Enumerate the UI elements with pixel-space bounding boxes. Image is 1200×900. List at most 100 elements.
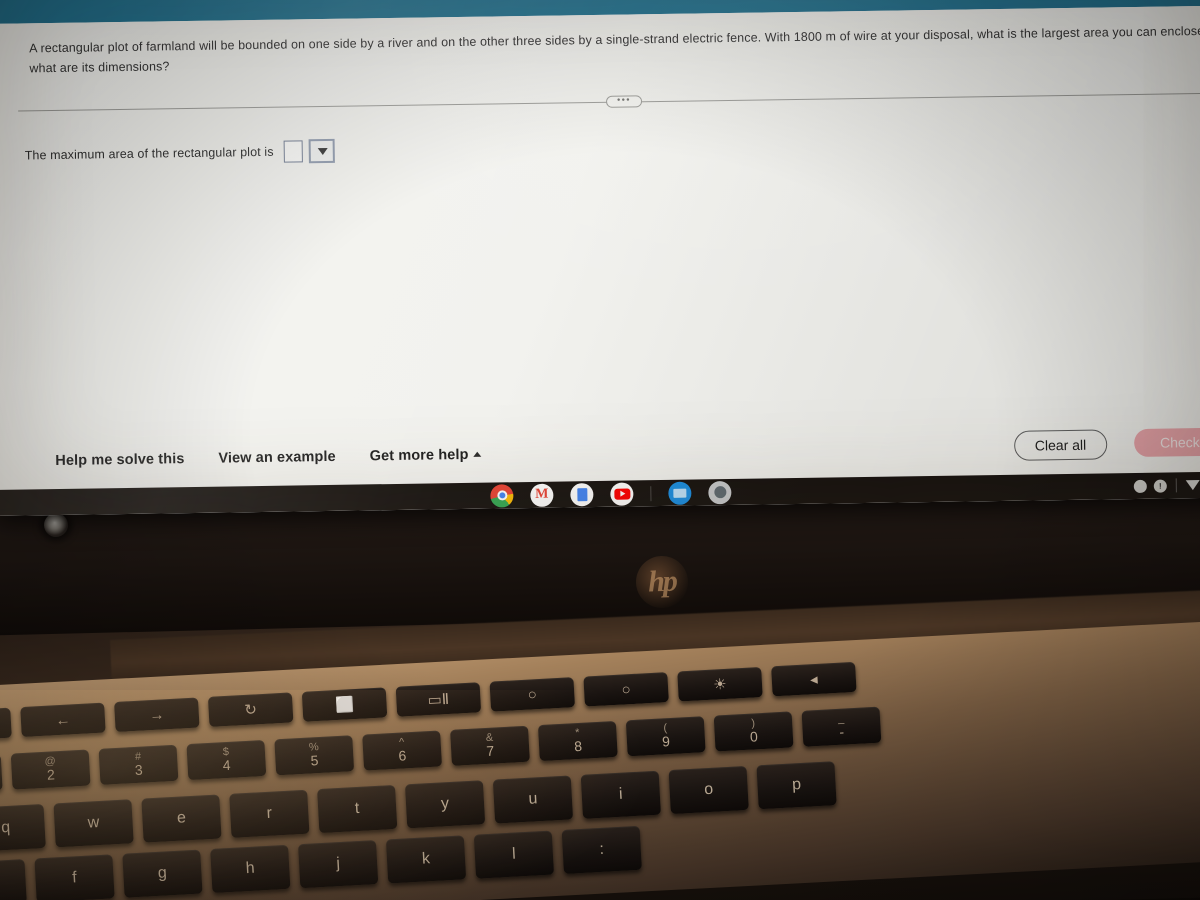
key-1[interactable]: !1 <box>0 754 3 795</box>
key-label: 2 <box>46 766 56 783</box>
key-5[interactable]: % 5 <box>274 735 355 776</box>
key-fn-3[interactable]: ↻ <box>207 692 294 727</box>
key-w[interactable]: w <box>53 799 134 848</box>
view-an-example-button[interactable]: View an example <box>218 449 336 467</box>
key-label: 7 <box>485 742 495 759</box>
system-tray[interactable]: ! <box>1133 472 1200 499</box>
shelf-separator <box>650 485 652 501</box>
clear-all-button[interactable]: Clear all <box>1013 429 1108 461</box>
key-label: 4 <box>222 756 231 774</box>
key-g[interactable]: g <box>0 859 27 900</box>
play-triangle-icon <box>619 490 625 497</box>
key-0[interactable]: ) 0 <box>713 711 794 752</box>
key-:[interactable]: : <box>561 825 642 874</box>
key-label: y <box>440 795 450 813</box>
tray-divider <box>1175 478 1177 493</box>
tray-icon-a[interactable] <box>1133 479 1147 493</box>
key-label: : <box>599 840 605 858</box>
key-fn-5[interactable]: ▭Ⅱ <box>395 682 482 717</box>
key-j[interactable]: j <box>298 840 379 889</box>
key-r[interactable]: r <box>229 789 310 838</box>
key-label: 6 <box>398 747 407 764</box>
google-docs-icon[interactable] <box>570 482 594 506</box>
key-label: t <box>354 799 360 818</box>
docs-page-glyph <box>576 487 587 501</box>
files-icon[interactable] <box>668 481 692 505</box>
key-y[interactable]: y <box>404 780 486 829</box>
key-fn-8[interactable]: ☀ <box>677 666 763 702</box>
key-4[interactable]: $4 <box>186 739 267 781</box>
key-fn-7[interactable]: ○ <box>583 672 669 707</box>
laptop-screen: Part 1 of 2 Points: 0 of 1 A rectangular… <box>0 0 1200 516</box>
key-9[interactable]: (9 <box>625 716 706 757</box>
laptop-photo: h p Part 1 of 2 Points: 0 of 1 A rectangu… <box>0 0 1200 900</box>
key-fn-9[interactable]: ◂ <box>771 661 857 697</box>
key-fn-1[interactable]: ← <box>20 702 106 738</box>
question-panel: A rectangular plot of farmland will be b… <box>0 5 1200 516</box>
key-2[interactable]: @2 <box>10 749 91 790</box>
answer-row: The maximum area of the rectangular plot… <box>24 138 335 168</box>
key-label: 0 <box>749 728 759 745</box>
youtube-glyph <box>613 488 630 500</box>
key-p[interactable]: p <box>756 761 837 810</box>
key-l[interactable]: l <box>473 830 555 879</box>
key-label: l <box>511 845 517 863</box>
key-h[interactable]: h <box>210 844 291 893</box>
key-7[interactable]: & 7 <box>450 725 530 766</box>
tray-icon-b[interactable]: ! <box>1153 479 1167 493</box>
get-more-help-label: Get more help <box>369 446 469 465</box>
key-label: k <box>421 850 431 868</box>
key-fn-0[interactable]: esc <box>0 707 12 742</box>
chrome-icon-core <box>496 490 507 501</box>
key-label: 9 <box>661 733 671 750</box>
key-label: g <box>157 864 168 882</box>
key-g[interactable]: g <box>122 849 203 898</box>
divider-handle[interactable]: ••• <box>605 94 643 108</box>
key-label: - <box>838 723 845 740</box>
youtube-icon[interactable] <box>610 481 634 506</box>
key-6[interactable]: ^ 6 <box>362 730 443 771</box>
answer-label: The maximum area of the rectangular plot… <box>24 144 274 163</box>
folder-glyph <box>673 488 687 498</box>
unit-dropdown[interactable] <box>308 138 335 164</box>
key-o[interactable]: o <box>668 765 749 815</box>
gear-glyph <box>713 486 726 499</box>
check-answer-button[interactable]: Check an <box>1133 427 1200 458</box>
settings-gear-icon[interactable] <box>708 480 732 504</box>
key-f[interactable]: f <box>34 854 115 900</box>
key-u[interactable]: u <box>492 775 574 824</box>
key-t[interactable]: t <box>317 784 398 834</box>
key-label: 5 <box>310 752 319 769</box>
key-k[interactable]: k <box>385 835 467 884</box>
key-label: p <box>791 776 802 794</box>
chevron-up-icon <box>473 451 482 457</box>
key-label: h <box>245 859 256 878</box>
key-label: i <box>618 785 624 803</box>
key-q[interactable]: q <box>0 804 46 853</box>
wifi-icon[interactable] <box>1185 480 1200 491</box>
key-label: e <box>176 809 187 827</box>
key-label: r <box>266 804 273 822</box>
key-label: o <box>703 780 714 799</box>
key-fn-6[interactable]: ○ <box>489 677 576 712</box>
key-3[interactable]: #3 <box>98 744 179 785</box>
shelf-app-icons: M <box>490 479 732 509</box>
gmail-icon[interactable]: M <box>530 483 554 507</box>
key-e[interactable]: e <box>141 794 222 843</box>
chrome-icon[interactable] <box>490 483 514 508</box>
key-label: j <box>335 855 341 873</box>
key-label: 8 <box>573 737 583 755</box>
key-fn-4[interactable]: ⬜ <box>301 687 388 722</box>
key-label: w <box>87 814 100 832</box>
key-label: q <box>0 818 11 837</box>
get-more-help-button[interactable]: Get more help <box>369 446 482 465</box>
chevron-down-icon <box>317 147 328 155</box>
key-fn-2[interactable]: → <box>114 697 200 732</box>
key--[interactable]: _ - <box>801 706 882 747</box>
answer-input[interactable] <box>283 140 303 163</box>
key-label: f <box>71 869 78 887</box>
key-i[interactable]: i <box>580 770 661 819</box>
key-label: u <box>528 790 538 808</box>
help-me-solve-this-button[interactable]: Help me solve this <box>55 451 184 469</box>
key-8[interactable]: * 8 <box>537 720 618 762</box>
